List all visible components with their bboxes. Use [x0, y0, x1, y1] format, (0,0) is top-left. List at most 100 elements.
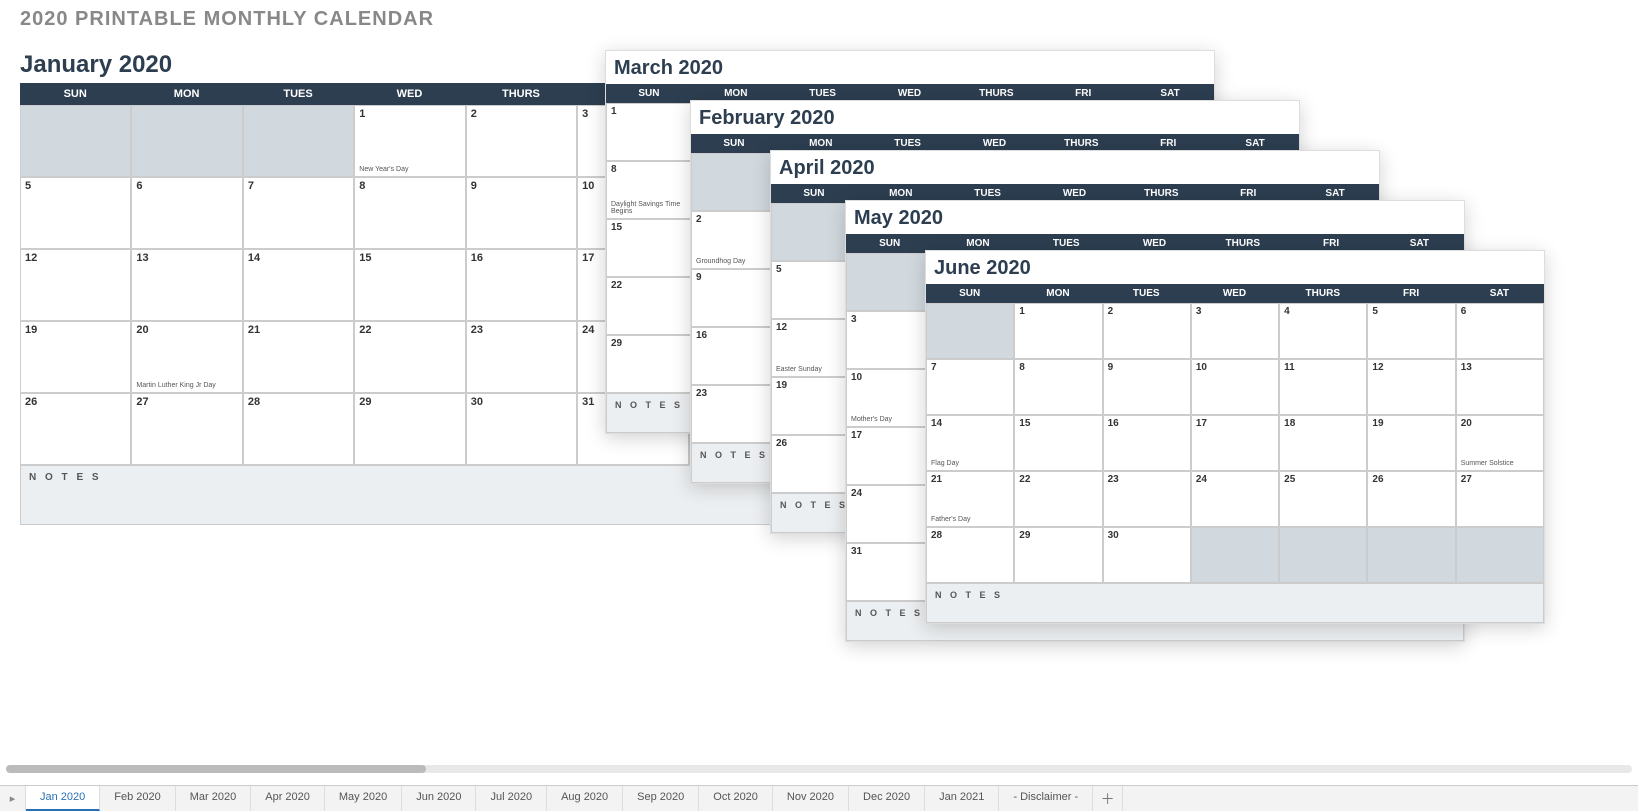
calendar-cell[interactable]: 10 [1191, 359, 1279, 415]
sheet-tab[interactable]: Oct 2020 [699, 786, 773, 811]
sheet-tab[interactable]: Jun 2020 [402, 786, 476, 811]
calendar-cell[interactable]: 13 [1456, 359, 1544, 415]
calendar-cell[interactable] [1191, 527, 1279, 583]
day-header: SAT [1456, 284, 1544, 303]
sheet-tab[interactable]: Sep 2020 [623, 786, 699, 811]
calendar-cell[interactable]: 7 [243, 177, 354, 249]
calendar-cell[interactable]: 6 [131, 177, 242, 249]
sheet-tab[interactable]: Apr 2020 [251, 786, 325, 811]
calendar-cell[interactable]: 8 [354, 177, 465, 249]
calendar-cell[interactable]: 16 [1103, 415, 1191, 471]
sheet-tab[interactable]: May 2020 [325, 786, 402, 811]
calendar-cell[interactable]: 11 [1279, 359, 1367, 415]
calendar-cell[interactable]: 3 [1191, 303, 1279, 359]
calendar-cell[interactable]: 22 [606, 277, 693, 335]
calendar-cell[interactable]: 29 [606, 335, 693, 393]
horizontal-scrollbar[interactable] [6, 765, 1632, 773]
day-header: SUN [926, 284, 1014, 303]
calendar-cell[interactable]: 26 [1367, 471, 1455, 527]
calendar-cell[interactable]: 12 [1367, 359, 1455, 415]
cell-note: New Year's Day [359, 166, 462, 174]
sheet-tab[interactable]: Aug 2020 [547, 786, 623, 811]
calendar-cell[interactable] [926, 303, 1014, 359]
calendar-cell[interactable]: 17 [846, 427, 934, 485]
calendar-cell[interactable]: 5 [20, 177, 131, 249]
sheet-tab[interactable]: Jan 2021 [925, 786, 999, 811]
calendar-cell[interactable]: 16 [466, 249, 577, 321]
calendar-cell[interactable]: 16 [691, 327, 778, 385]
calendar-cell[interactable]: 29 [354, 393, 465, 465]
calendar-cell[interactable]: 28 [243, 393, 354, 465]
calendar-cell[interactable]: 15 [354, 249, 465, 321]
calendar-cell[interactable] [131, 105, 242, 177]
calendar-cell[interactable]: 31 [846, 543, 934, 601]
calendar-cell[interactable]: 14 [243, 249, 354, 321]
calendar-cell[interactable]: 29 [1014, 527, 1102, 583]
calendar-cell[interactable]: 12 [20, 249, 131, 321]
calendar-cell[interactable]: 21 [243, 321, 354, 393]
calendar-cell[interactable]: 22 [1014, 471, 1102, 527]
sheet-tab[interactable]: Jan 2020 [26, 786, 100, 811]
calendar-cell[interactable]: 1 [606, 103, 693, 161]
calendar-cell[interactable]: 30 [466, 393, 577, 465]
sheet-tab[interactable]: Feb 2020 [100, 786, 175, 811]
calendar-cell[interactable]: 19 [1367, 415, 1455, 471]
calendar-cell[interactable] [20, 105, 131, 177]
calendar-cell[interactable]: 22 [354, 321, 465, 393]
calendar-cell[interactable]: 1New Year's Day [354, 105, 465, 177]
calendar-cell[interactable] [691, 153, 778, 211]
scrollbar-thumb[interactable] [6, 765, 426, 773]
calendar-cell[interactable]: 7 [926, 359, 1014, 415]
tab-nav-prev-icon[interactable]: ▸ [0, 786, 26, 811]
sheet-tab[interactable]: Nov 2020 [773, 786, 849, 811]
calendar-cell[interactable]: 19 [20, 321, 131, 393]
calendar-cell[interactable]: 18 [1279, 415, 1367, 471]
calendar-cell[interactable]: 27 [1456, 471, 1544, 527]
calendar-cell[interactable]: 2 [1103, 303, 1191, 359]
calendar-cell[interactable] [1279, 527, 1367, 583]
calendar-cell[interactable]: 14Flag Day [926, 415, 1014, 471]
calendar-cell[interactable]: 8 [1014, 359, 1102, 415]
calendar-cell[interactable]: 9 [691, 269, 778, 327]
add-sheet-button[interactable]: ＋ [1093, 786, 1123, 811]
calendar-cell[interactable]: 30 [1103, 527, 1191, 583]
calendar-cell[interactable]: 21Father's Day [926, 471, 1014, 527]
calendar-cell[interactable]: 23 [691, 385, 778, 443]
calendar-cell[interactable]: 1 [1014, 303, 1102, 359]
calendar-cell[interactable]: 13 [131, 249, 242, 321]
calendar-cell[interactable]: 2Groundhog Day [691, 211, 778, 269]
day-header: SUN [606, 84, 693, 103]
calendar-cell[interactable]: 17 [1191, 415, 1279, 471]
calendar-cell[interactable]: 26 [20, 393, 131, 465]
sheet-tab[interactable]: Dec 2020 [849, 786, 925, 811]
calendar-cell[interactable]: 15 [606, 219, 693, 277]
calendar-cell[interactable] [243, 105, 354, 177]
sheet-tab[interactable]: Jul 2020 [476, 786, 547, 811]
calendar-cell[interactable]: 8Daylight Savings Time Begins [606, 161, 693, 219]
calendar-cell[interactable]: 15 [1014, 415, 1102, 471]
calendar-cell[interactable]: 27 [131, 393, 242, 465]
calendar-cell[interactable]: 25 [1279, 471, 1367, 527]
calendar-cell[interactable]: 20Martin Luther King Jr Day [131, 321, 242, 393]
calendar-cell[interactable]: 23 [1103, 471, 1191, 527]
calendar-cell[interactable] [1367, 527, 1455, 583]
notes-section[interactable]: N O T E S [20, 465, 800, 525]
calendar-cell[interactable]: 23 [466, 321, 577, 393]
calendar-cell[interactable]: 24 [1191, 471, 1279, 527]
sheet-tab[interactable]: Mar 2020 [176, 786, 251, 811]
calendar-cell[interactable]: 20Summer Solstice [1456, 415, 1544, 471]
sheet-tab[interactable]: - Disclaimer - [999, 786, 1093, 811]
calendar-cell[interactable]: 10Mother's Day [846, 369, 934, 427]
calendar-cell[interactable]: 9 [1103, 359, 1191, 415]
calendar-cell[interactable] [1456, 527, 1544, 583]
calendar-cell[interactable]: 28 [926, 527, 1014, 583]
calendar-cell[interactable]: 24 [846, 485, 934, 543]
calendar-cell[interactable]: 9 [466, 177, 577, 249]
calendar-cell[interactable]: 2 [466, 105, 577, 177]
calendar-cell[interactable]: 6 [1456, 303, 1544, 359]
calendar-cell[interactable]: 5 [1367, 303, 1455, 359]
calendar-cell[interactable] [846, 253, 934, 311]
calendar-cell[interactable]: 3 [846, 311, 934, 369]
calendar-cell[interactable]: 4 [1279, 303, 1367, 359]
notes-section[interactable]: N O T E S [926, 583, 1544, 623]
